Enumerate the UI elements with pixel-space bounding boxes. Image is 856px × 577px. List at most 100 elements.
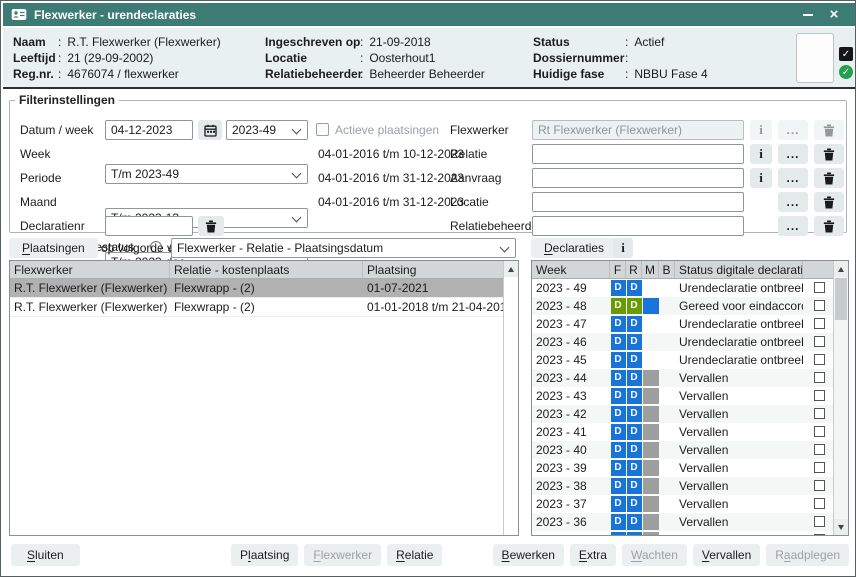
declaratie-row[interactable]: 2023 - 44 D D Vervallen <box>532 369 835 387</box>
declaratie-row[interactable]: 2023 - 49 D D Urendeclaratie ontbreekt <box>532 279 835 297</box>
row-checkbox[interactable] <box>814 300 825 311</box>
cell-plaatsing: 01-07-2021 <box>363 279 505 297</box>
actieve-plaatsingen-checkbox[interactable] <box>316 123 329 136</box>
declaratie-row[interactable]: 2023 - 41 D D Vervallen <box>532 423 835 441</box>
column-header-m[interactable]: M <box>642 261 659 278</box>
datum-week-select[interactable]: 2023-49 <box>226 120 308 140</box>
row-checkbox[interactable] <box>814 462 825 473</box>
relatiebeheerder-browse-button[interactable]: ... <box>778 216 808 236</box>
close-button[interactable]: × <box>821 3 847 26</box>
cell-f-status: D <box>611 280 626 296</box>
column-header-flexwerker[interactable]: Flexwerker <box>10 261 170 278</box>
relatie-clear-button[interactable] <box>814 144 844 164</box>
relatiebeheerder-clear-button[interactable] <box>814 216 844 236</box>
cell-b-status <box>659 459 675 477</box>
row-checkbox[interactable] <box>814 408 825 419</box>
scrollbar-thumb[interactable] <box>835 278 847 320</box>
declaraties-info-button[interactable]: i <box>613 238 633 258</box>
ellipsis-icon: ... <box>786 198 799 206</box>
declaratie-row[interactable]: 2023 - 36 D D Vervallen <box>532 513 835 531</box>
declaratienr-input[interactable] <box>105 216 193 236</box>
declaratienr-clear-button[interactable] <box>198 216 224 236</box>
declaratie-row[interactable]: 2023 - 45 D D Urendeclaratie ontbreekt <box>532 351 835 369</box>
declaratie-row[interactable]: 2023 - 35 D D Vervallen <box>532 531 835 536</box>
row-checkbox[interactable] <box>814 390 825 401</box>
relatie-browse-button[interactable]: ... <box>778 144 808 164</box>
declaratie-row[interactable]: 2023 - 43 D D Vervallen <box>532 387 835 405</box>
cell-b-status <box>659 441 675 459</box>
calendar-button[interactable] <box>198 120 222 140</box>
sort-order-select[interactable]: Flexwerker - Relatie - Plaatsingsdatum <box>171 238 516 258</box>
minimize-button[interactable] <box>795 3 821 26</box>
scroll-down-button[interactable] <box>834 519 848 535</box>
info-label: Ingeschreven op <box>265 34 360 50</box>
declaratie-row[interactable]: 2023 - 42 D D Vervallen <box>532 405 835 423</box>
row-checkbox[interactable] <box>814 498 825 509</box>
cell-m-status <box>643 442 659 458</box>
locatie-browse-button[interactable]: ... <box>778 192 808 212</box>
column-header-status[interactable]: Status digitale declaratie <box>675 261 803 278</box>
aanvraag-browse-button[interactable]: ... <box>778 168 808 188</box>
declaratie-row[interactable]: 2023 - 39 D D Vervallen <box>532 459 835 477</box>
flexwerker-info-panel: Naam:R.T. Flexwerker (Flexwerker) Leefti… <box>3 28 855 89</box>
sluiten-button[interactable]: Sluiten <box>11 544 80 566</box>
locatie-input[interactable] <box>532 192 744 212</box>
cell-r-status: D <box>627 478 642 494</box>
declaratie-row[interactable]: 2023 - 47 D D Urendeclaratie ontbreekt <box>532 315 835 333</box>
ok-status-icon: ✓ <box>839 65 853 79</box>
cell-m-status <box>643 514 659 530</box>
relatiebeheerder-input[interactable] <box>532 216 744 236</box>
cell-status-text: Gereed voor eindaccord... <box>675 297 803 315</box>
bewerken-button[interactable]: Bewerken <box>493 544 564 566</box>
row-checkbox[interactable] <box>814 354 825 365</box>
row-checkbox[interactable] <box>814 372 825 383</box>
cell-m-status <box>643 424 659 440</box>
info-label: Dossiernummer <box>533 50 625 66</box>
column-header-week[interactable]: Week <box>532 261 610 278</box>
plaatsingen-tab[interactable]: Plaatsingen <box>9 238 98 258</box>
cell-f-status: D <box>611 442 626 458</box>
aanvraag-info-button[interactable]: i <box>750 168 772 188</box>
week-select[interactable]: T/m 2023-49 <box>105 164 308 184</box>
column-header-f[interactable]: F <box>610 261 626 278</box>
flexwerker-card-icon <box>11 8 27 21</box>
plaatsing-row[interactable]: R.T. Flexwerker (Flexwerker) Flexwrapp -… <box>10 279 505 298</box>
plaatsingen-scrollbar[interactable] <box>503 261 518 535</box>
scroll-up-button[interactable] <box>834 261 848 277</box>
wachten-button: Wachten <box>622 544 687 566</box>
relatie-info-button[interactable]: i <box>750 144 772 164</box>
cell-select <box>803 513 835 531</box>
declaratie-row[interactable]: 2023 - 48 D D Gereed voor eindaccord... <box>532 297 835 315</box>
column-header-plaatsing[interactable]: Plaatsing <box>363 261 505 278</box>
declaratie-row[interactable]: 2023 - 38 D D Vervallen <box>532 477 835 495</box>
relatie-input[interactable] <box>532 144 744 164</box>
column-header-b[interactable]: B <box>659 261 675 278</box>
declaratie-row[interactable]: 2023 - 46 D D Urendeclaratie ontbreekt <box>532 333 835 351</box>
plaatsing-row[interactable]: R.T. Flexwerker (Flexwerker) Flexwrapp -… <box>10 298 505 317</box>
column-header-r[interactable]: R <box>626 261 642 278</box>
locatie-clear-button[interactable] <box>814 192 844 212</box>
row-checkbox[interactable] <box>814 480 825 491</box>
row-checkbox[interactable] <box>814 282 825 293</box>
declaraties-table-header: Week F R M B Status digitale declaratie <box>532 261 835 279</box>
row-checkbox[interactable] <box>814 336 825 347</box>
declaratie-row[interactable]: 2023 - 40 D D Vervallen <box>532 441 835 459</box>
declaraties-tab[interactable]: Declaraties <box>531 238 617 258</box>
column-header-relatie-kostenplaats[interactable]: Relatie - kostenplaats <box>170 261 363 278</box>
extra-button[interactable]: Extra <box>570 544 616 566</box>
row-checkbox[interactable] <box>814 318 825 329</box>
aanvraag-clear-button[interactable] <box>814 168 844 188</box>
row-checkbox[interactable] <box>814 534 825 536</box>
aanvraag-input[interactable] <box>532 168 744 188</box>
plaatsing-button[interactable]: Plaatsing <box>231 544 298 566</box>
row-checkbox[interactable] <box>814 516 825 527</box>
date-input[interactable] <box>105 120 193 140</box>
declaratie-row[interactable]: 2023 - 37 D D Vervallen <box>532 495 835 513</box>
cell-status-text: Vervallen <box>675 495 803 513</box>
declaraties-scrollbar[interactable] <box>833 261 848 535</box>
scroll-up-button[interactable] <box>504 261 518 277</box>
relatie-button[interactable]: Relatie <box>387 544 442 566</box>
row-checkbox[interactable] <box>814 444 825 455</box>
vervallen-button[interactable]: Vervallen <box>693 544 760 566</box>
row-checkbox[interactable] <box>814 426 825 437</box>
